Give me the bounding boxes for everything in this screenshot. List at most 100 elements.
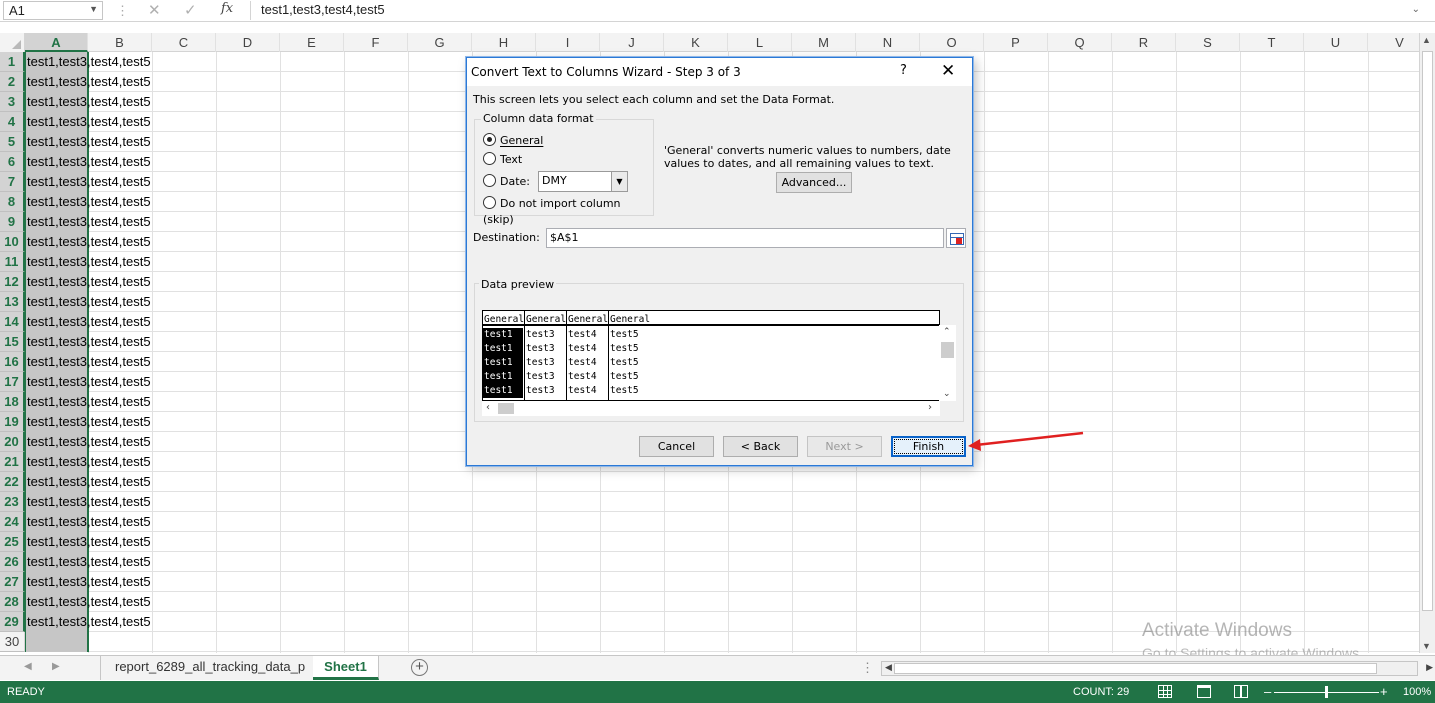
preview-horizontal-scrollbar[interactable]: ‹ ›	[482, 401, 940, 416]
row-header-27[interactable]: 27	[0, 572, 25, 592]
column-header-f[interactable]: F	[344, 33, 408, 52]
row-header-19[interactable]: 19	[0, 412, 25, 432]
cell-a12[interactable]: test1,test3,test4,test5	[27, 272, 151, 292]
cancel-icon[interactable]: ✕	[148, 1, 161, 19]
cell-a17[interactable]: test1,test3,test4,test5	[27, 372, 151, 392]
prev-sheet-icon[interactable]: ◀	[24, 661, 32, 672]
column-header-b[interactable]: B	[88, 33, 152, 52]
data-preview-table[interactable]: General General General General test1 test3 te…	[482, 310, 940, 401]
column-header-v[interactable]: V	[1368, 33, 1419, 52]
column-header-t[interactable]: T	[1240, 33, 1304, 52]
formula-input[interactable]: test1,test3,test4,test5 ⌄	[250, 1, 1428, 20]
row-header-2[interactable]: 2	[0, 72, 25, 92]
row-header-5[interactable]: 5	[0, 132, 25, 152]
column-header-o[interactable]: O	[920, 33, 984, 52]
destination-field[interactable]: $A$1	[546, 228, 944, 248]
row-header-3[interactable]: 3	[0, 92, 25, 112]
scroll-down-icon[interactable]: ▼	[1422, 641, 1431, 651]
scroll-right-icon[interactable]: ▶	[1426, 662, 1433, 673]
cell-a19[interactable]: test1,test3,test4,test5	[27, 412, 151, 432]
radio-general[interactable]: General	[483, 133, 543, 149]
cell-a21[interactable]: test1,test3,test4,test5	[27, 452, 151, 472]
cell-a25[interactable]: test1,test3,test4,test5	[27, 532, 151, 552]
insert-function-icon[interactable]: fx	[221, 1, 233, 16]
row-header-30[interactable]: 30	[0, 632, 25, 652]
row-header-28[interactable]: 28	[0, 592, 25, 612]
cell-a10[interactable]: test1,test3,test4,test5	[27, 232, 151, 252]
column-header-i[interactable]: I	[536, 33, 600, 52]
select-all-corner[interactable]	[0, 33, 25, 52]
row-header-22[interactable]: 22	[0, 472, 25, 492]
next-sheet-icon[interactable]: ▶	[52, 661, 60, 672]
cell-a1[interactable]: test1,test3,test4,test5	[27, 52, 151, 72]
cell-a18[interactable]: test1,test3,test4,test5	[27, 392, 151, 412]
add-sheet-icon[interactable]: +	[411, 659, 428, 676]
scroll-down-icon[interactable]: ⌄	[943, 389, 951, 399]
radio-text[interactable]: Text	[483, 152, 522, 168]
row-header-24[interactable]: 24	[0, 512, 25, 532]
radio-general-indicator[interactable]	[483, 133, 496, 146]
preview-vertical-scrollbar[interactable]: ⌃ ⌄	[939, 325, 956, 401]
scroll-up-icon[interactable]: ▲	[1422, 35, 1431, 45]
radio-skip[interactable]: Do not import column (skip)	[483, 196, 653, 226]
row-header-26[interactable]: 26	[0, 552, 25, 572]
cell-a2[interactable]: test1,test3,test4,test5	[27, 72, 151, 92]
column-header-s[interactable]: S	[1176, 33, 1240, 52]
normal-view-icon[interactable]	[1158, 685, 1172, 698]
column-header-c[interactable]: C	[152, 33, 216, 52]
back-button[interactable]: < Back	[723, 436, 798, 457]
range-picker-icon[interactable]	[946, 228, 966, 248]
row-header-1[interactable]: 1	[0, 52, 25, 72]
cell-a23[interactable]: test1,test3,test4,test5	[27, 492, 151, 512]
row-header-4[interactable]: 4	[0, 112, 25, 132]
cell-a4[interactable]: test1,test3,test4,test5	[27, 112, 151, 132]
page-break-view-icon[interactable]	[1234, 685, 1248, 698]
scroll-left-icon[interactable]: ‹	[486, 402, 490, 413]
column-header-a[interactable]: A	[25, 33, 88, 52]
preview-horizontal-thumb[interactable]	[498, 403, 514, 414]
cell-a3[interactable]: test1,test3,test4,test5	[27, 92, 151, 112]
close-icon[interactable]: ✕	[941, 61, 955, 81]
chevron-down-icon[interactable]: ▼	[89, 4, 98, 14]
chevron-down-icon[interactable]: ▼	[611, 172, 627, 191]
scroll-up-icon[interactable]: ⌃	[943, 327, 951, 337]
cell-a9[interactable]: test1,test3,test4,test5	[27, 212, 151, 232]
row-header-7[interactable]: 7	[0, 172, 25, 192]
preview-column-header[interactable]: General	[567, 311, 609, 325]
column-header-p[interactable]: P	[984, 33, 1048, 52]
row-header-29[interactable]: 29	[0, 612, 25, 632]
preview-column-header[interactable]: General	[609, 311, 939, 325]
sheet-tab-report[interactable]: report_6289_all_tracking_data_p	[100, 656, 321, 680]
sheet-tab-sheet1[interactable]: Sheet1	[313, 656, 379, 680]
row-header-10[interactable]: 10	[0, 232, 25, 252]
row-header-18[interactable]: 18	[0, 392, 25, 412]
zoom-out-button[interactable]: –	[1264, 684, 1271, 699]
cell-a7[interactable]: test1,test3,test4,test5	[27, 172, 151, 192]
expand-formula-icon[interactable]: ⌄	[1412, 4, 1420, 15]
row-header-6[interactable]: 6	[0, 152, 25, 172]
cell-a13[interactable]: test1,test3,test4,test5	[27, 292, 151, 312]
date-format-select[interactable]: DMY ▼	[538, 171, 628, 192]
column-header-m[interactable]: M	[792, 33, 856, 52]
row-header-25[interactable]: 25	[0, 532, 25, 552]
vertical-scroll-thumb[interactable]	[1422, 51, 1433, 611]
row-header-9[interactable]: 9	[0, 212, 25, 232]
row-header-8[interactable]: 8	[0, 192, 25, 212]
column-header-l[interactable]: L	[728, 33, 792, 52]
column-header-e[interactable]: E	[280, 33, 344, 52]
tab-split-handle[interactable]: ⋮	[861, 660, 874, 676]
cell-a11[interactable]: test1,test3,test4,test5	[27, 252, 151, 272]
zoom-in-button[interactable]: +	[1380, 684, 1388, 699]
preview-column-header[interactable]: General	[525, 311, 567, 325]
radio-date[interactable]: Date:	[483, 174, 530, 190]
row-header-23[interactable]: 23	[0, 492, 25, 512]
radio-text-indicator[interactable]	[483, 152, 496, 165]
cell-a27[interactable]: test1,test3,test4,test5	[27, 572, 151, 592]
row-header-15[interactable]: 15	[0, 332, 25, 352]
cell-a29[interactable]: test1,test3,test4,test5	[27, 612, 151, 632]
row-header-12[interactable]: 12	[0, 272, 25, 292]
column-header-j[interactable]: J	[600, 33, 664, 52]
cell-a8[interactable]: test1,test3,test4,test5	[27, 192, 151, 212]
preview-vertical-thumb[interactable]	[941, 342, 954, 358]
cell-a20[interactable]: test1,test3,test4,test5	[27, 432, 151, 452]
